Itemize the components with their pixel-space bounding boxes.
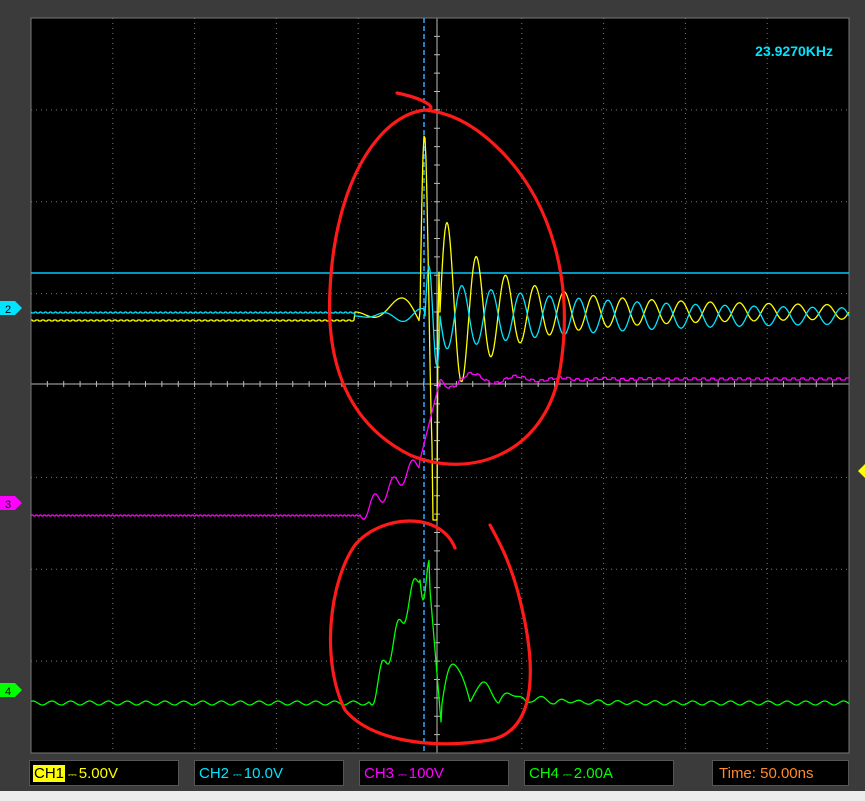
ch2-readout[interactable]: CH2 ⎓ 10.0V <box>194 760 344 786</box>
ch2-scale: 10.0V <box>243 765 283 782</box>
ch3-readout[interactable]: CH3 ⎓ 100V <box>359 760 509 786</box>
ch4-scale: 2.00A <box>573 765 613 782</box>
dc-coupling-icon: ⎓ <box>563 769 572 781</box>
ch1-label: CH1 <box>33 765 66 782</box>
dc-coupling-icon: ⎓ <box>233 769 242 781</box>
ch3-scale: 100V <box>408 765 444 782</box>
ch2-label: CH2 <box>199 765 230 782</box>
ch1-readout[interactable]: CH1 ⎓ 5.00V <box>29 760 179 786</box>
ch4-label: CH4 <box>529 765 560 782</box>
dc-coupling-icon: ⎓ <box>398 769 407 781</box>
ch4-readout[interactable]: CH4 ⎓ 2.00A <box>524 760 674 786</box>
frequency-readout: 23.9270KHz <box>755 43 833 59</box>
ch3-label: CH3 <box>364 765 395 782</box>
oscilloscope-screen: 2 3 4 23.9270KHz <box>0 0 865 801</box>
timebase-value: Time: 50.00ns <box>719 765 814 782</box>
ch4-marker-label: 4 <box>5 686 11 698</box>
ch3-marker-label: 3 <box>5 499 11 511</box>
dc-coupling-icon: ⎓ <box>68 769 77 781</box>
timebase-readout[interactable]: Time: 50.00ns <box>712 760 849 786</box>
ch2-marker-label: 2 <box>5 304 11 316</box>
bottom-strip <box>0 791 865 801</box>
ch1-scale: 5.00V <box>78 765 118 782</box>
